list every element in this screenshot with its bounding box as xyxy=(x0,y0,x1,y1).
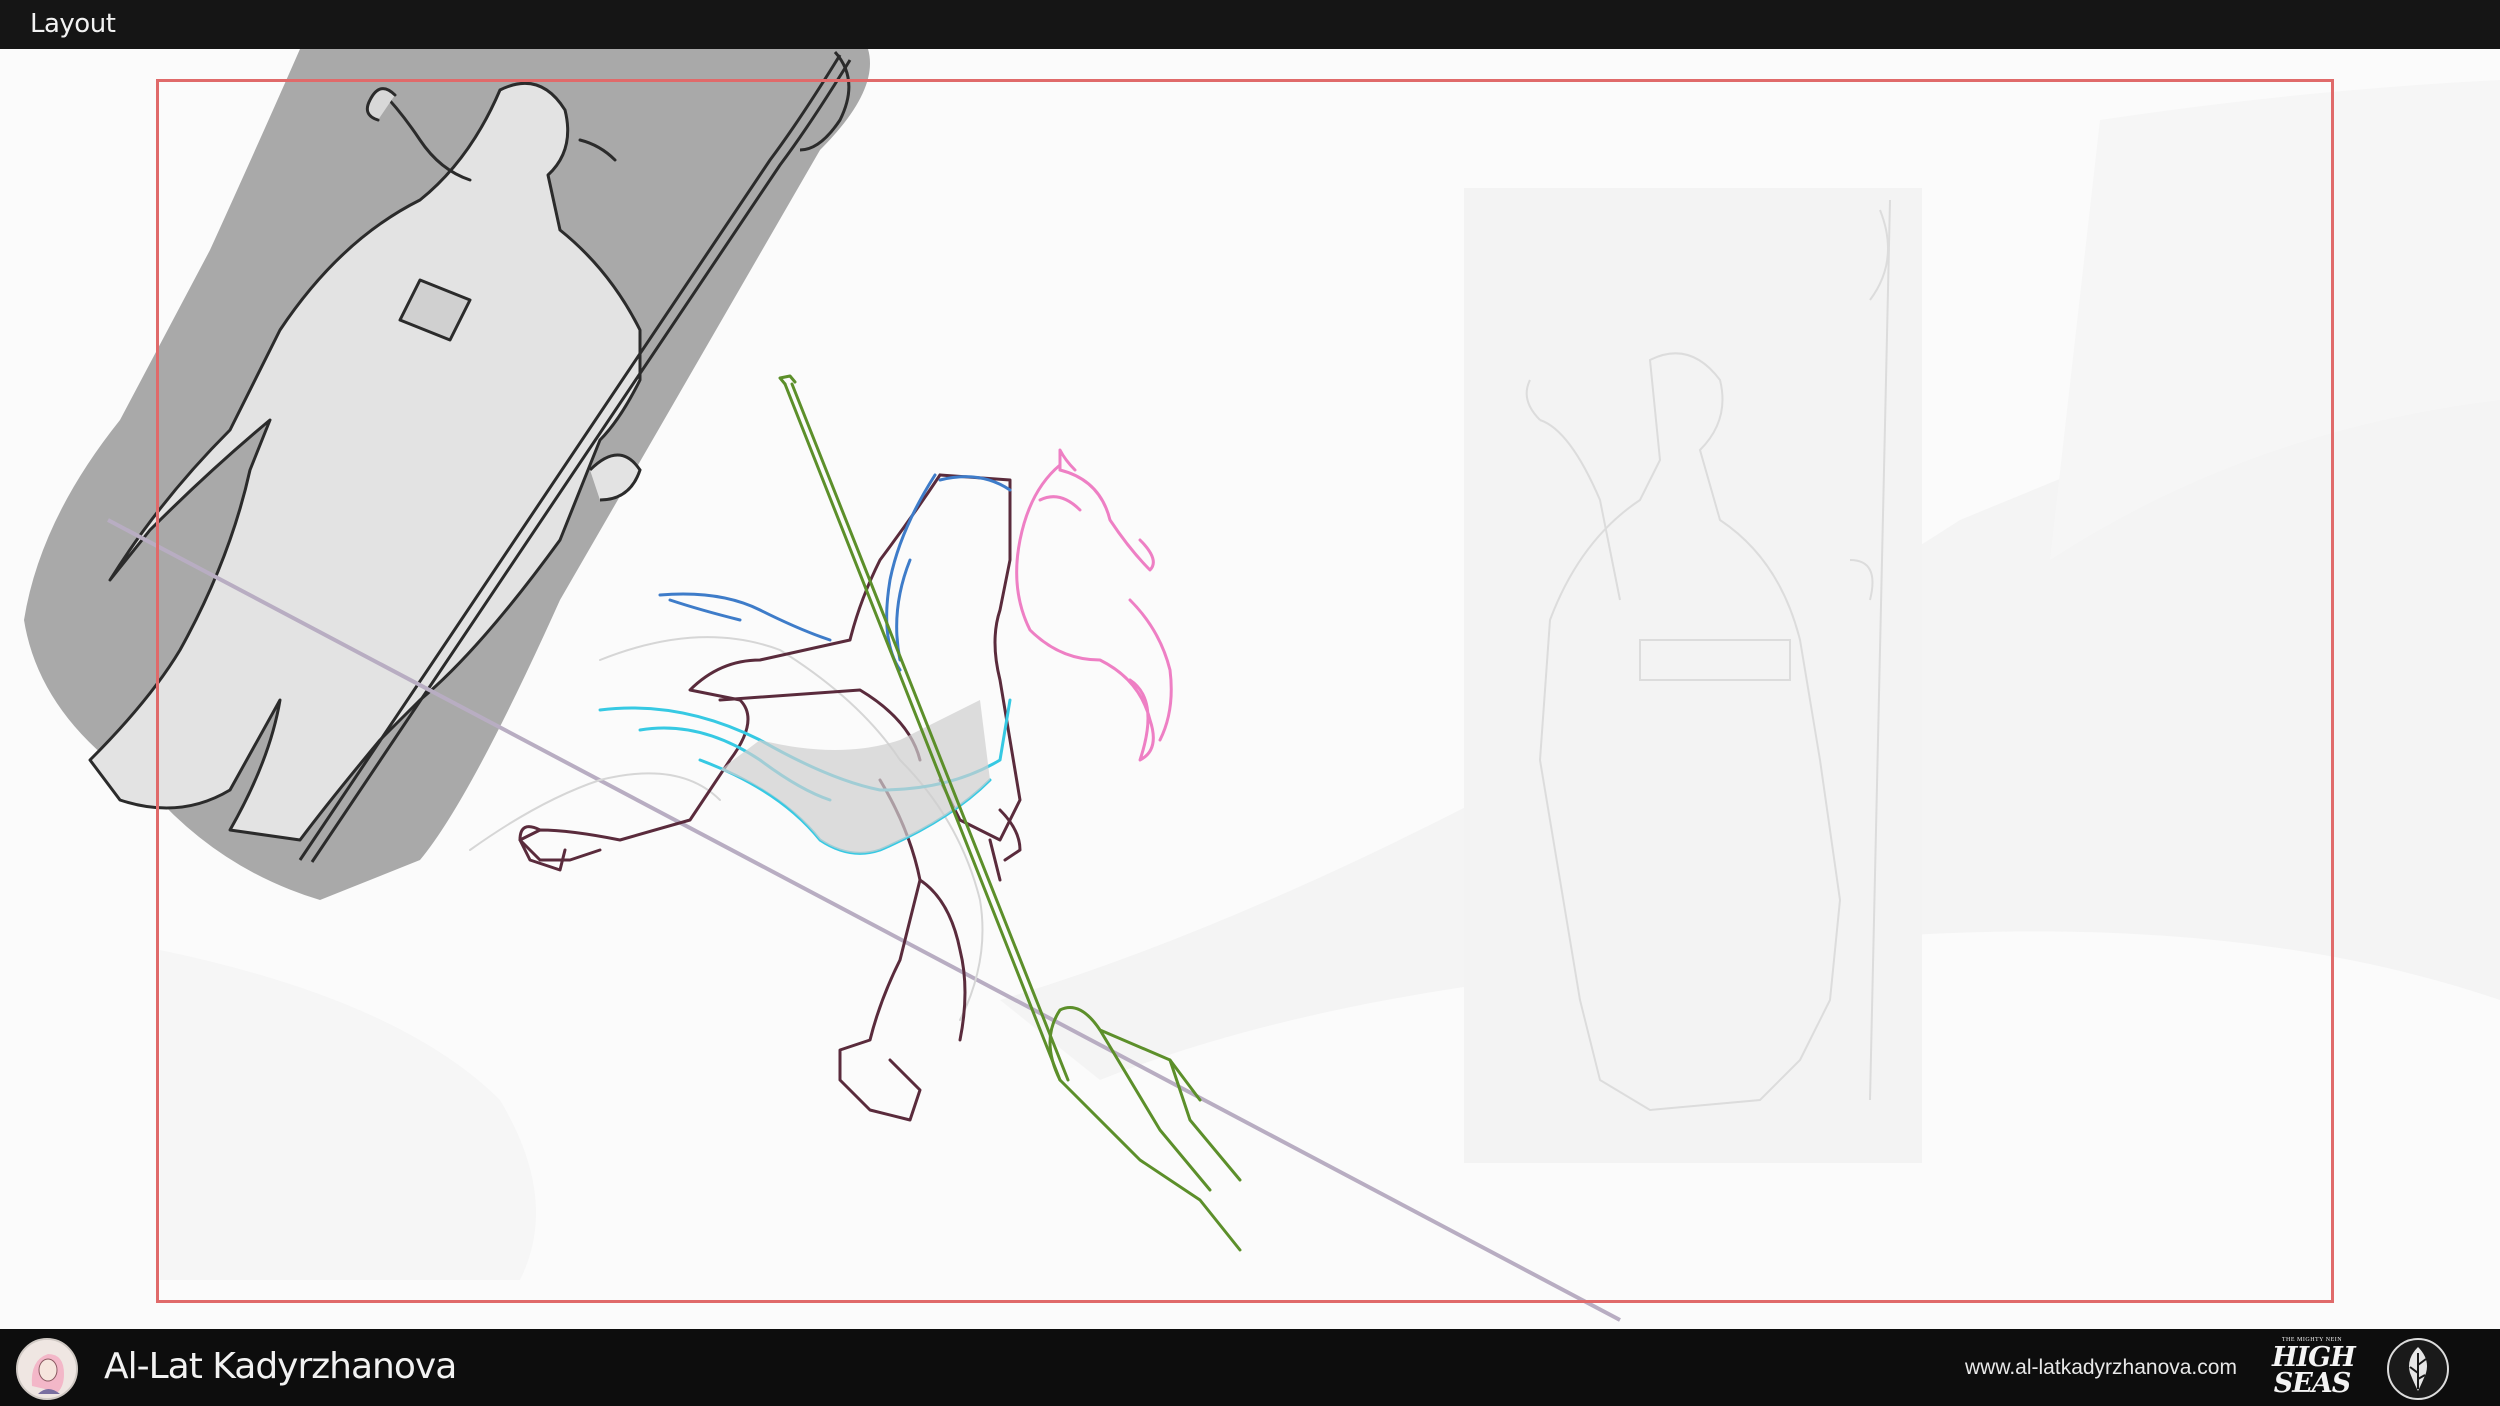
logo-line1: HIGH xyxy=(2272,1342,2356,1373)
layout-canvas xyxy=(0,49,2500,1329)
page-title: Layout xyxy=(30,9,116,39)
logo-line2: SEAS xyxy=(2273,1368,2352,1399)
high-seas-logo: THE MIGHTY NEIN HIGH SEAS xyxy=(2272,1335,2356,1401)
bottom-bar: Al-Lat Kadyrzhanova www.al-latkadyrzhano… xyxy=(0,1329,2500,1406)
website-link[interactable]: www.al-latkadyrzhanova.com xyxy=(1965,1356,2237,1380)
author-name: Al-Lat Kadyrzhanova xyxy=(104,1346,457,1387)
leaf-emblem-icon xyxy=(2386,1337,2450,1401)
artist-portrait-icon xyxy=(16,1338,78,1400)
top-bar: Layout xyxy=(0,0,2500,49)
layout-drawing xyxy=(24,49,2500,1322)
faded-reference-panel xyxy=(1464,188,1922,1163)
